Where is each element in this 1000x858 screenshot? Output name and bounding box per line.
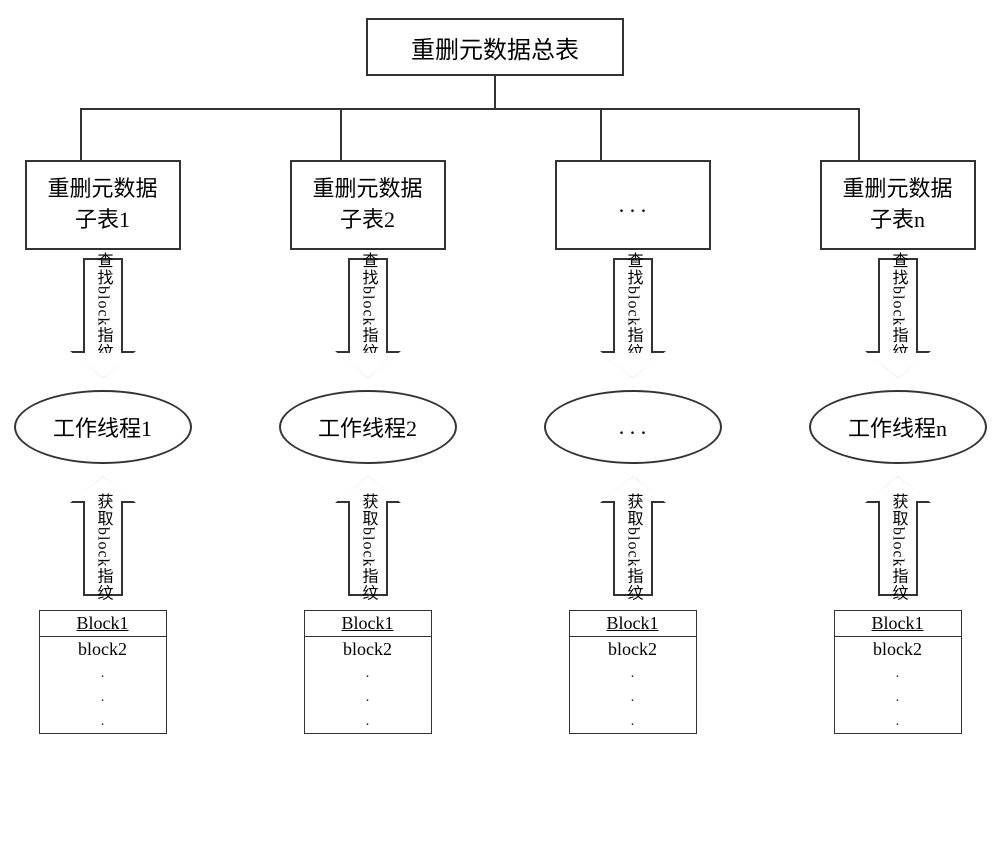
worker-thread-label: 工作线程n — [848, 411, 947, 443]
arrow-body: 获取block指纹 — [83, 501, 123, 596]
arrow-label: 查找block指纹 — [621, 252, 645, 361]
block-cell-dot: . — [834, 686, 962, 710]
arrow-body: 获取block指纹 — [613, 501, 653, 596]
block-cell-dot: . — [834, 710, 962, 734]
arrow-head-icon — [337, 353, 399, 378]
arrow-get-fingerprint: 获取block指纹 — [337, 476, 399, 596]
arrow-label: 获取block指纹 — [621, 493, 645, 602]
arrow-find-fingerprint: 查找block指纹 — [602, 258, 664, 378]
arrow-get-fingerprint: 获取block指纹 — [602, 476, 664, 596]
columns-row: 重删元数据 子表1 查找block指纹 工作线程1 获取block指纹 Bloc… — [0, 160, 1000, 734]
block-cell-dot: . — [304, 686, 432, 710]
block-cell-dot: . — [569, 710, 697, 734]
column-n: 重删元数据 子表n 查找block指纹 工作线程n 获取block指纹 Bloc… — [783, 160, 1000, 734]
worker-thread-label: 工作线程1 — [53, 411, 152, 443]
arrow-find-fingerprint: 查找block指纹 — [337, 258, 399, 378]
arrow-label: 获取block指纹 — [886, 493, 910, 602]
sub-table-label: 重删元数据 子表2 — [312, 174, 422, 236]
block-table: Block1 block2 . . . — [39, 610, 167, 734]
block-cell-dot: . — [569, 686, 697, 710]
worker-thread-ellipse: . . . — [544, 390, 722, 464]
arrow-get-fingerprint: 获取block指纹 — [72, 476, 134, 596]
arrow-body: 获取block指纹 — [348, 501, 388, 596]
block-table: Block1 block2 . . . — [834, 610, 962, 734]
block-cell: Block1 — [39, 610, 167, 636]
arrow-label: 获取block指纹 — [356, 493, 380, 602]
block-table: Block1 block2 . . . — [569, 610, 697, 734]
connector-drop-2 — [340, 108, 342, 162]
block-cell-dot: . — [569, 662, 697, 686]
arrow-find-fingerprint: 查找block指纹 — [72, 258, 134, 378]
block-cell: block2 — [304, 636, 432, 662]
arrow-label: 查找block指纹 — [91, 252, 115, 361]
block-cell: block2 — [834, 636, 962, 662]
sub-table-box: 重删元数据 子表n — [820, 160, 976, 250]
connector-vertical-main — [494, 76, 496, 110]
arrow-head-icon — [72, 353, 134, 378]
block-cell: Block1 — [569, 610, 697, 636]
top-master-table-box: 重删元数据总表 — [366, 18, 624, 76]
block-cell: block2 — [569, 636, 697, 662]
arrow-label: 查找block指纹 — [886, 252, 910, 361]
worker-thread-ellipse: 工作线程1 — [14, 390, 192, 464]
worker-thread-label: 工作线程2 — [318, 411, 417, 443]
column-1: 重删元数据 子表1 查找block指纹 工作线程1 获取block指纹 Bloc… — [0, 160, 218, 734]
block-cell-dot: . — [39, 662, 167, 686]
block-cell: Block1 — [834, 610, 962, 636]
arrow-find-fingerprint: 查找block指纹 — [867, 258, 929, 378]
connector-drop-4 — [858, 108, 860, 162]
arrow-head-icon — [602, 353, 664, 378]
arrow-head-icon — [867, 353, 929, 378]
sub-table-box: 重删元数据 子表1 — [25, 160, 181, 250]
worker-thread-ellipse: 工作线程2 — [279, 390, 457, 464]
arrow-label: 查找block指纹 — [356, 252, 380, 361]
column-2: 重删元数据 子表2 查找block指纹 工作线程2 获取block指纹 Bloc… — [253, 160, 483, 734]
sub-table-ellipsis-box: . . . — [555, 160, 711, 250]
sub-table-label: 重删元数据 子表1 — [47, 174, 157, 236]
arrow-label: 获取block指纹 — [91, 493, 115, 602]
connector-drop-1 — [80, 108, 82, 162]
arrow-body: 查找block指纹 — [348, 258, 388, 353]
arrow-body: 获取block指纹 — [878, 501, 918, 596]
sub-table-box: 重删元数据 子表2 — [290, 160, 446, 250]
block-table: Block1 block2 . . . — [304, 610, 432, 734]
ellipsis-label: . . . — [619, 414, 647, 440]
block-cell: Block1 — [304, 610, 432, 636]
column-ellipsis: . . . 查找block指纹 . . . 获取block指纹 Block1 b… — [518, 160, 748, 734]
block-cell-dot: . — [304, 662, 432, 686]
block-cell-dot: . — [39, 710, 167, 734]
block-cell-dot: . — [39, 686, 167, 710]
worker-thread-ellipse: 工作线程n — [809, 390, 987, 464]
block-cell-dot: . — [834, 662, 962, 686]
ellipsis-label: . . . — [619, 192, 647, 218]
connector-horizontal — [80, 108, 860, 110]
block-cell-dot: . — [304, 710, 432, 734]
block-cell: block2 — [39, 636, 167, 662]
arrow-get-fingerprint: 获取block指纹 — [867, 476, 929, 596]
connector-drop-3 — [600, 108, 602, 162]
arrow-body: 查找block指纹 — [878, 258, 918, 353]
arrow-body: 查找block指纹 — [613, 258, 653, 353]
diagram-container: 重删元数据总表 重删元数据 子表1 查找block指纹 工作线程1 — [0, 0, 1000, 858]
sub-table-label: 重删元数据 子表n — [842, 174, 952, 236]
arrow-body: 查找block指纹 — [83, 258, 123, 353]
